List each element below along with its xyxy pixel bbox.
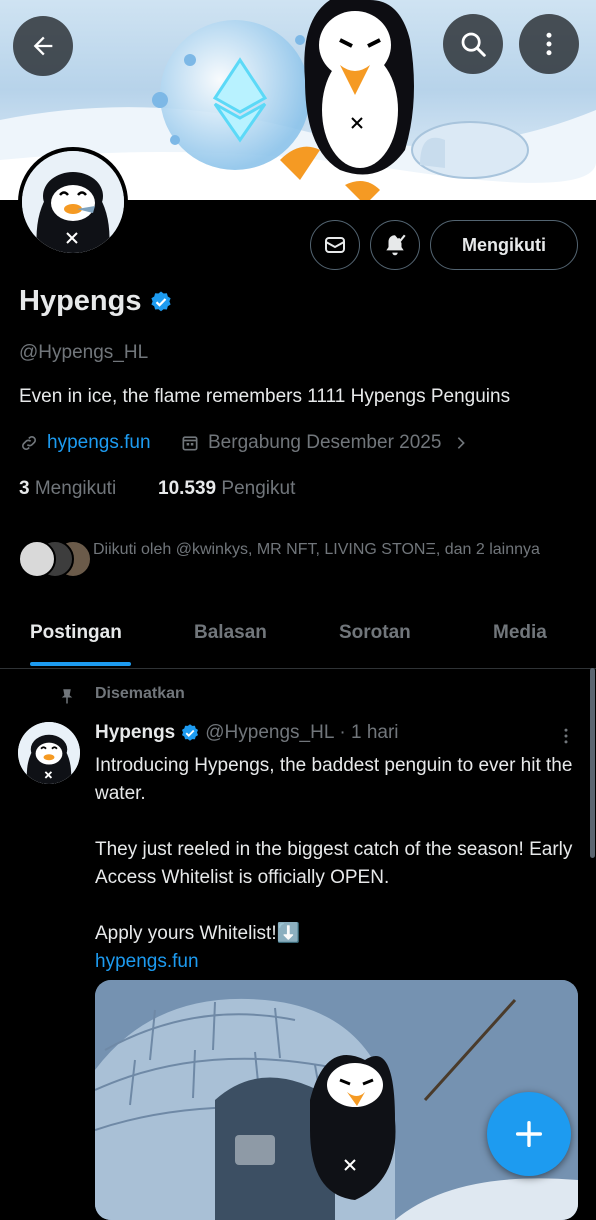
- bell-check-icon: [386, 234, 406, 256]
- profile-name: Hypengs: [19, 285, 142, 317]
- website-link[interactable]: hypengs.fun: [19, 432, 151, 454]
- more-vertical-icon[interactable]: [556, 726, 576, 746]
- joined-text: Bergabung Desember 2025: [208, 432, 442, 453]
- notifications-button[interactable]: [370, 220, 420, 270]
- followers-label: Pengikut: [221, 478, 296, 499]
- following-count-link[interactable]: 3 Mengikuti: [19, 478, 116, 500]
- active-tab-indicator: [30, 662, 131, 666]
- profile-avatar[interactable]: [18, 147, 128, 257]
- tab-media[interactable]: Media: [493, 622, 547, 644]
- search-button[interactable]: [443, 14, 503, 74]
- post-link[interactable]: hypengs.fun: [95, 948, 573, 976]
- followed-by-text[interactable]: Diikuti oleh @kwinkys, MR NFT, LIVING ST…: [93, 538, 553, 561]
- penguin-avatar-image: [22, 151, 124, 253]
- pinned-label: Disematkan: [95, 685, 185, 702]
- compose-post-button[interactable]: [487, 1092, 571, 1176]
- followers-you-know-avatars[interactable]: [18, 540, 92, 578]
- profile-handle: @Hypengs_HL: [19, 342, 149, 363]
- link-icon: [22, 436, 36, 450]
- pin-icon: [61, 689, 73, 704]
- followers-count-link[interactable]: 10.539 Pengikut: [158, 478, 295, 500]
- back-button[interactable]: [13, 16, 73, 76]
- post-header: Hypengs @Hypengs_HL · 1 hari: [95, 722, 399, 744]
- more-options-button[interactable]: [519, 14, 579, 74]
- post-author-avatar[interactable]: [18, 722, 80, 784]
- chevron-right-icon[interactable]: [453, 435, 469, 451]
- followers-count: 10.539: [158, 478, 217, 499]
- arrow-left-icon: [33, 36, 53, 56]
- plus-icon: [515, 1120, 543, 1148]
- tab-postingan[interactable]: Postingan: [30, 622, 122, 644]
- calendar-icon: [182, 436, 198, 451]
- following-label: Mengikuti: [34, 478, 117, 499]
- message-button[interactable]: [310, 220, 360, 270]
- following-count: 3: [19, 478, 30, 499]
- tab-balasan[interactable]: Balasan: [194, 622, 267, 644]
- verified-badge-icon[interactable]: [149, 290, 173, 314]
- profile-name-row: Hypengs: [19, 285, 173, 318]
- verified-badge-icon: [182, 724, 199, 741]
- more-vertical-icon: [546, 32, 552, 56]
- post-text-line: They just reeled in the biggest catch of…: [95, 839, 573, 888]
- post-time[interactable]: · 1 hari: [339, 722, 398, 744]
- post-author-handle[interactable]: @Hypengs_HL: [205, 722, 334, 744]
- profile-tabs: Postingan Balasan Sorotan Media: [0, 600, 596, 669]
- following-button[interactable]: Mengikuti: [430, 220, 578, 270]
- scrollbar[interactable]: [590, 668, 595, 858]
- post-text-line: Introducing Hypengs, the baddest penguin…: [95, 755, 573, 804]
- website-text[interactable]: hypengs.fun: [47, 432, 151, 454]
- post-body: Introducing Hypengs, the baddest penguin…: [95, 752, 573, 976]
- profile-bio: Even in ice, the flame remembers 1111 Hy…: [19, 386, 511, 407]
- envelope-icon: [325, 237, 345, 253]
- search-icon: [461, 32, 486, 57]
- joined-date: Bergabung Desember 2025: [180, 432, 469, 454]
- post-author-name[interactable]: Hypengs: [95, 722, 175, 744]
- post-text-line: Apply yours Whitelist!⬇️: [95, 923, 301, 944]
- avatar: [18, 540, 56, 578]
- tab-sorotan[interactable]: Sorotan: [339, 622, 411, 644]
- penguin-avatar-image: [18, 722, 80, 784]
